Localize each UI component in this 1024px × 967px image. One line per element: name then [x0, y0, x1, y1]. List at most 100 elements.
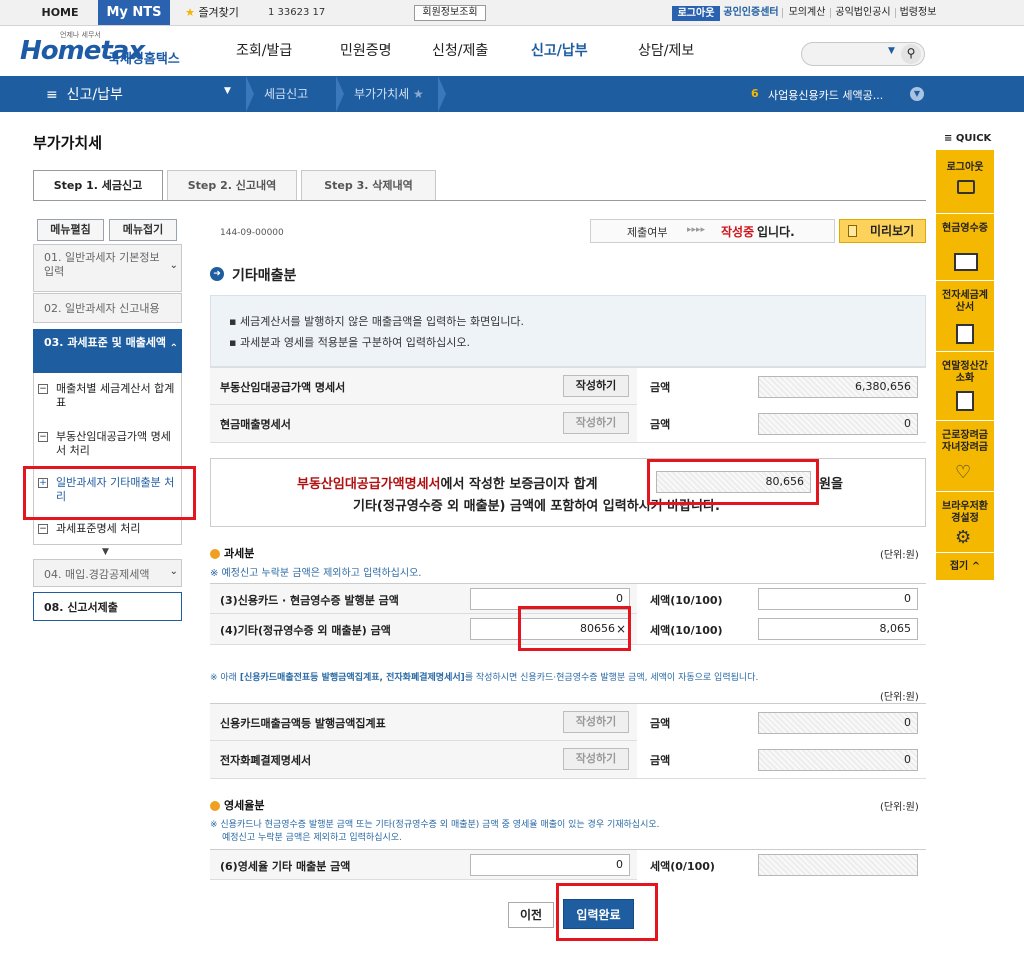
write-button-emoney[interactable]: 작성하기 — [563, 748, 629, 770]
previous-button[interactable]: 이전 — [508, 902, 554, 928]
home-link[interactable]: HOME — [30, 0, 90, 25]
left-menu-item-04-label: 04. 매입.경감공제세액 — [44, 568, 150, 581]
highlight-box-amount — [518, 606, 631, 651]
submenu-item-label: 과세표준명세 처리 — [56, 522, 141, 535]
breadcrumb-tax-filing[interactable]: 세금신고 — [264, 85, 308, 102]
write-button-card-summary[interactable]: 작성하기 — [563, 711, 629, 733]
notice-text: 에서 작성한 보증금이자 합계 — [440, 477, 598, 492]
breadcrumb-vat-label: 부가가치세 — [354, 87, 410, 101]
notice-number: 6 — [751, 87, 759, 100]
card-note-bold: [신용카드매출전표등 발행금액집계표, 전자화폐결제명세서] — [239, 673, 465, 683]
highlight-box-complete — [556, 883, 658, 941]
row-label: (3)신용카드 · 현금영수증 발행분 금액 — [220, 594, 399, 607]
quick-earned-income[interactable]: 근로장려금자녀장려금 ♡ — [936, 422, 994, 492]
mynts-link[interactable]: My NTS — [98, 0, 170, 25]
quick-title: ≡ QUICK — [944, 133, 991, 144]
arrow-right-icon: ➜ — [210, 267, 224, 281]
tab-step3[interactable]: Step 3. 삭제내역 — [301, 170, 436, 200]
write-button-realestate[interactable]: 작성하기 — [563, 375, 629, 397]
bullet-icon — [210, 801, 220, 811]
member-info-button[interactable]: 회원정보조회 — [414, 5, 486, 21]
tab-step1[interactable]: Step 1. 세금신고 — [33, 170, 163, 200]
gnb-filing[interactable]: 신고/납부 — [531, 40, 588, 60]
row-label: 신용카드매출금액등 발행금액집계표 — [220, 717, 386, 730]
nav-dropdown-icon[interactable]: ▼ — [224, 86, 231, 96]
bookmark-link[interactable]: ★ 즐겨찾기 — [176, 0, 248, 25]
amount-label: 금액 — [650, 717, 671, 730]
other-sales-tax: 8,065 — [758, 618, 918, 640]
quick-logout[interactable]: 로그아웃 — [936, 150, 994, 214]
submenu-item-label: 부동산임대공급가액 명세서 처리 — [56, 430, 171, 457]
left-menu-item-03[interactable]: 03. 과세표준 및 매출세액 ⌃ — [33, 329, 182, 373]
amount-label: 금액 — [650, 381, 671, 394]
step-tabs: Step 1. 세금신고 Step 2. 신고내역 Step 3. 삭제내역 — [33, 170, 438, 201]
quick-cash-receipt[interactable]: 현금영수증 — [936, 215, 994, 281]
star-icon[interactable]: ★ — [413, 87, 424, 101]
status-arrows: ▸▸▸▸ — [687, 225, 706, 235]
unit-label: (단위:원) — [880, 550, 919, 561]
search-box[interactable]: ▼ ⚲ — [801, 42, 925, 66]
quick-fold-label: 접기 — [949, 561, 969, 572]
page-title: 부가가치세 — [33, 134, 103, 152]
gnb-certificate[interactable]: 민원증명 — [340, 40, 392, 60]
quick-e-tax-invoice[interactable]: 전자세금계산서 — [936, 282, 994, 352]
left-menu-item-08[interactable]: 08. 신고서제출 — [33, 592, 182, 621]
statement-row-cash: 현금매출명세서 작성하기 금액 0 — [210, 405, 926, 443]
taxable-title: 과세분 — [210, 545, 254, 561]
mock-calc-link[interactable]: 모의계산 — [786, 0, 828, 25]
bullet-icon — [210, 549, 220, 559]
info-line-2: ▪ 과세분과 영세를 적용분을 구분하여 입력하십시오. — [229, 336, 470, 349]
status-state: 작성중 — [721, 225, 755, 239]
left-menu-item-02[interactable]: 02. 일반과세자 신고내용 — [33, 293, 182, 323]
tab-step2[interactable]: Step 2. 신고내역 — [167, 170, 297, 200]
arrow-down-icon: ▼ — [102, 547, 109, 557]
section-title: 기타매출분 — [232, 268, 297, 284]
calculator-icon — [956, 391, 974, 411]
emoney-amount: 0 — [758, 749, 918, 771]
quick-fold[interactable]: 접기 ^ — [936, 554, 994, 580]
zero-rate-amount-input[interactable]: 0 — [470, 854, 630, 876]
statement-row-realestate: 부동산임대공급가액 명세서 작성하기 금액 6,380,656 — [210, 367, 926, 405]
chevron-down-icon[interactable]: ▼ — [910, 87, 924, 101]
card-note-suffix: 를 작성하시면 신용카드·현금영수증 발행분 금액, 세액이 자동으로 입력됩니… — [464, 673, 759, 683]
hometax-logo[interactable]: 언제나 세무서 Hometax 국세청홈택스 — [20, 30, 190, 72]
left-menu-item-03-label: 03. 과세표준 및 매출세액 — [44, 336, 167, 349]
left-menu-item-04[interactable]: 04. 매입.경감공제세액 ⌄ — [33, 559, 182, 587]
card-row-summary: 신용카드매출금액등 발행금액집계표 작성하기 금액 0 — [210, 703, 926, 741]
quick-year-end[interactable]: 연말정산간소화 — [936, 353, 994, 421]
menu-expand-button[interactable]: 메뉴펼침 — [37, 219, 104, 241]
gnb-inquiry[interactable]: 조회/발급 — [236, 40, 292, 60]
quick-browser-settings[interactable]: 브라우저환경설정 ⚙ — [936, 493, 994, 553]
law-info-link[interactable]: 법령정보 — [897, 0, 939, 25]
search-icon[interactable]: ⚲ — [901, 44, 921, 64]
notice-text[interactable]: 사업용신용카드 세액공... — [768, 87, 883, 103]
invoice-icon — [956, 324, 974, 344]
statement-label: 현금매출명세서 — [220, 418, 291, 431]
logout-button[interactable]: 로그아웃 — [672, 6, 720, 21]
submenu-item-tax-invoice[interactable]: − 매출처별 세금계산서 합계표 — [38, 382, 178, 412]
gnb-application[interactable]: 신청/제출 — [432, 40, 488, 60]
menu-collapse-button[interactable]: 메뉴접기 — [109, 219, 177, 241]
quick-menu: 로그아웃 현금영수증 전자세금계산서 연말정산간소화 근로장려금자녀장려금 ♡ … — [936, 150, 994, 580]
nav-menu[interactable]: ≡ 신고/납부 — [46, 84, 123, 104]
gnb-consult[interactable]: 상담/제보 — [638, 40, 694, 60]
public-corp-link[interactable]: 공익법인공시 — [832, 0, 894, 25]
info-line-1-text: 세금계산서를 발행하지 않은 매출금액을 입력하는 화면입니다. — [239, 315, 525, 328]
amount-label: 금액 — [650, 418, 671, 431]
write-button-cash[interactable]: 작성하기 — [563, 412, 629, 434]
left-menu-item-01[interactable]: 01. 일반과세자 기본정보 입력 ⌄ — [33, 244, 182, 292]
breadcrumb-vat[interactable]: 부가가치세 ★ — [354, 85, 424, 102]
quick-label: 근로장려금자녀장려금 — [942, 430, 988, 453]
dropdown-arrow-icon[interactable]: ▼ — [888, 46, 895, 56]
submenu-item-realestate[interactable]: − 부동산임대공급가액 명세서 처리 — [38, 430, 178, 460]
notice-line-1: 부동산임대공급가액명세서에서 작성한 보증금이자 합계 — [297, 473, 598, 492]
cert-center-link[interactable]: 공인인증센터 — [722, 0, 780, 25]
tax-label: 세액(10/100) — [650, 624, 723, 637]
submenu-item-taxbase[interactable]: − 과세표준명세 처리 — [38, 522, 178, 538]
gear-icon: ⚙ — [955, 527, 972, 548]
chevron-down-icon: ⌄ — [169, 566, 178, 577]
preview-button[interactable]: 미리보기 — [839, 219, 926, 243]
submission-status: 제출여부 ▸▸▸▸ 작성중 입니다. — [590, 219, 835, 243]
zero-rate-title-text: 영세율분 — [224, 799, 265, 812]
unit-label: (단위:원) — [880, 692, 919, 703]
